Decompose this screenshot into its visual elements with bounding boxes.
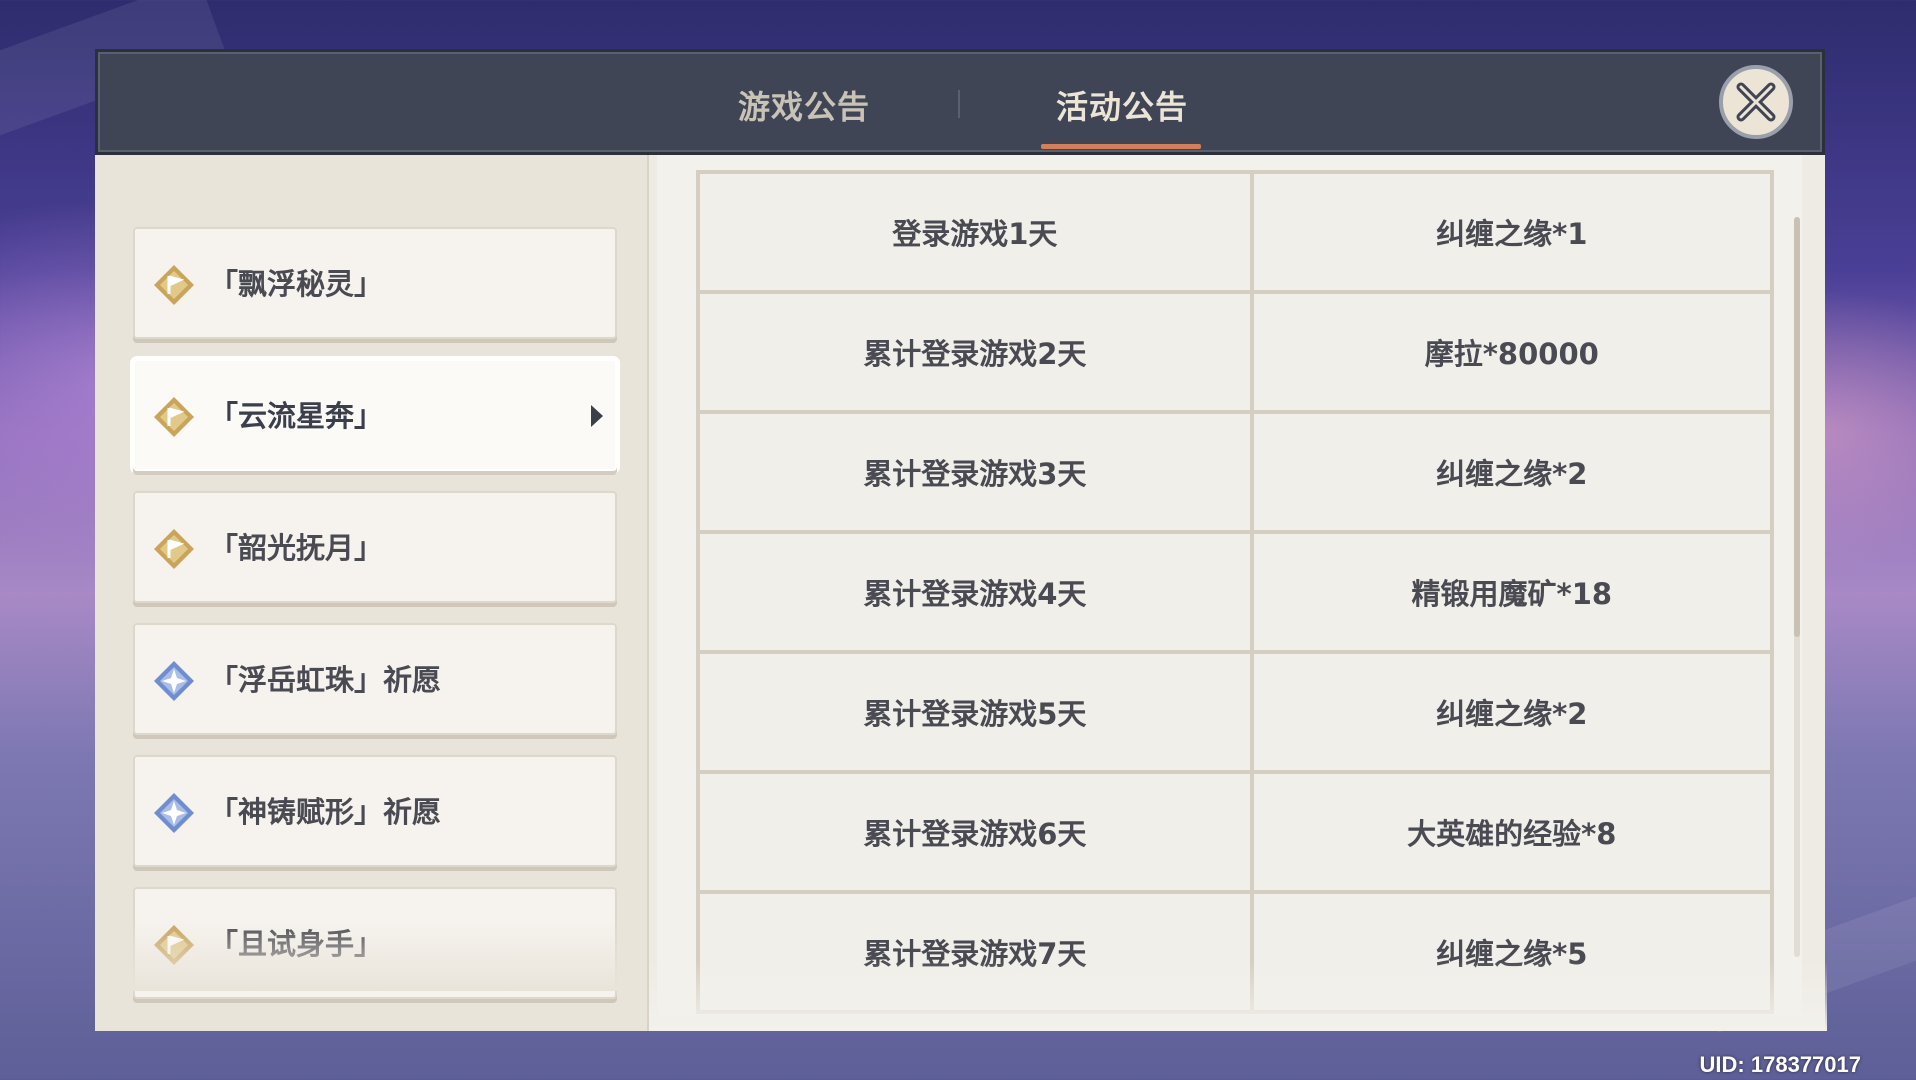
wish-star-icon xyxy=(154,793,194,833)
list-item-yunliu-xingben[interactable]: 「云流星奔」 xyxy=(133,359,617,471)
reward-cell: 摩拉*80000 xyxy=(1249,290,1775,414)
table-row: 登录游戏1天 纠缠之缘*1 xyxy=(696,170,1775,294)
condition-cell: 累计登录游戏3天 xyxy=(696,410,1254,534)
tab-game-notice[interactable]: 游戏公告 xyxy=(738,82,870,128)
selected-arrow-icon xyxy=(591,405,603,427)
reward-cell: 精锻用魔矿*18 xyxy=(1249,530,1775,654)
content-scroll-area: 登录游戏1天 纠缠之缘*1 累计登录游戏2天 摩拉*80000 累计登录游戏3天… xyxy=(657,155,1802,1015)
scrollbar-thumb[interactable] xyxy=(1794,217,1800,637)
list-item-label: 「云流星奔」 xyxy=(209,399,384,433)
table-row: 累计登录游戏6天 大英雄的经验*8 xyxy=(696,770,1775,894)
event-flag-icon xyxy=(154,397,194,437)
event-flag-icon xyxy=(154,529,194,569)
player-uid: UID: 178377017 xyxy=(1699,1052,1861,1077)
list-item-label: 「浮岳虹珠」祈愿 xyxy=(209,663,442,697)
condition-cell: 累计登录游戏5天 xyxy=(696,650,1254,774)
reward-cell: 纠缠之缘*2 xyxy=(1249,650,1775,774)
tab-event-notice[interactable]: 活动公告 xyxy=(1056,82,1188,128)
list-item-fuyue-hongzhu-wish[interactable]: 「浮岳虹珠」祈愿 xyxy=(133,623,617,735)
table-row: 累计登录游戏2天 摩拉*80000 xyxy=(696,290,1775,414)
close-button[interactable] xyxy=(1719,65,1793,139)
reward-cell: 纠缠之缘*2 xyxy=(1249,410,1775,534)
condition-cell: 累计登录游戏2天 xyxy=(696,290,1254,414)
close-icon xyxy=(1736,82,1776,122)
tab-divider xyxy=(958,90,960,118)
reward-cell: 纠缠之缘*1 xyxy=(1249,170,1775,294)
table-row: 累计登录游戏5天 纠缠之缘*2 xyxy=(696,650,1775,774)
announcement-content: 登录游戏1天 纠缠之缘*1 累计登录游戏2天 摩拉*80000 累计登录游戏3天… xyxy=(647,155,1827,1031)
list-item-label: 「韶光抚月」 xyxy=(209,531,384,565)
condition-cell: 累计登录游戏7天 xyxy=(696,890,1254,1014)
table-row: 累计登录游戏4天 精锻用魔矿*18 xyxy=(696,530,1775,654)
content-scrollbar[interactable] xyxy=(1794,217,1800,957)
reward-cell: 大英雄的经验*8 xyxy=(1249,770,1775,894)
list-item-label: 「且试身手」 xyxy=(209,927,384,961)
table-row: 累计登录游戏7天 纠缠之缘*5 xyxy=(696,890,1775,1014)
list-item-shenzhu-fuxing-wish[interactable]: 「神铸赋形」祈愿 xyxy=(133,755,617,867)
table-row: 累计登录游戏3天 纠缠之缘*2 xyxy=(696,410,1775,534)
announcement-list: 「飘浮秘灵」 「云流星奔」 「韶光抚月」 「浮岳虹珠」祈愿 「神铸赋形」祈愿 「… xyxy=(95,155,647,1031)
condition-cell: 累计登录游戏4天 xyxy=(696,530,1254,654)
condition-cell: 登录游戏1天 xyxy=(696,170,1254,294)
panel-header: 游戏公告 活动公告 xyxy=(95,49,1825,155)
list-item-label: 「飘浮秘灵」 xyxy=(209,267,384,301)
wish-star-icon xyxy=(154,661,194,701)
list-item-label: 「神铸赋形」祈愿 xyxy=(209,795,442,829)
event-flag-icon xyxy=(154,925,194,965)
condition-cell: 累计登录游戏6天 xyxy=(696,770,1254,894)
list-item-shaoguang-fuyue[interactable]: 「韶光抚月」 xyxy=(133,491,617,603)
event-flag-icon xyxy=(154,265,194,305)
rewards-table: 登录游戏1天 纠缠之缘*1 累计登录游戏2天 摩拉*80000 累计登录游戏3天… xyxy=(696,170,1775,1014)
announcement-panel: 游戏公告 活动公告 「飘浮秘灵」 「云流星奔」 「韶光抚月」 「浮岳虹珠」祈愿 … xyxy=(95,49,1827,1031)
list-item-qieshi-shenshou[interactable]: 「且试身手」 xyxy=(133,887,617,999)
reward-cell: 纠缠之缘*5 xyxy=(1249,890,1775,1014)
list-item-piaofu-miling[interactable]: 「飘浮秘灵」 xyxy=(133,227,617,339)
panel-body: 「飘浮秘灵」 「云流星奔」 「韶光抚月」 「浮岳虹珠」祈愿 「神铸赋形」祈愿 「… xyxy=(95,155,1827,1031)
active-tab-indicator xyxy=(1041,144,1201,149)
